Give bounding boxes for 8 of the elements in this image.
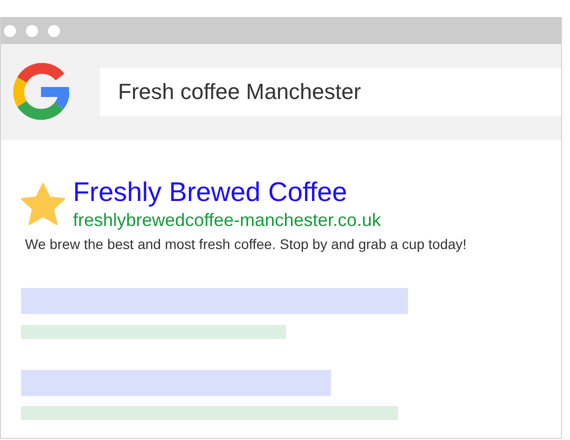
window-dot-icon[interactable] (4, 24, 16, 36)
result-description: We brew the best and most fresh coffee. Stop by and grab a cup today! (25, 236, 468, 252)
result-title-link[interactable]: Freshly Brewed Coffee (73, 176, 381, 208)
search-field[interactable]: Fresh coffee Manchester (100, 68, 561, 116)
letter-logo-icon (12, 63, 70, 121)
result-url: freshlybrewedcoffee-manchester.co.uk (73, 209, 381, 232)
window-dot-icon[interactable] (48, 24, 60, 36)
window-dot-icon[interactable] (26, 24, 38, 36)
